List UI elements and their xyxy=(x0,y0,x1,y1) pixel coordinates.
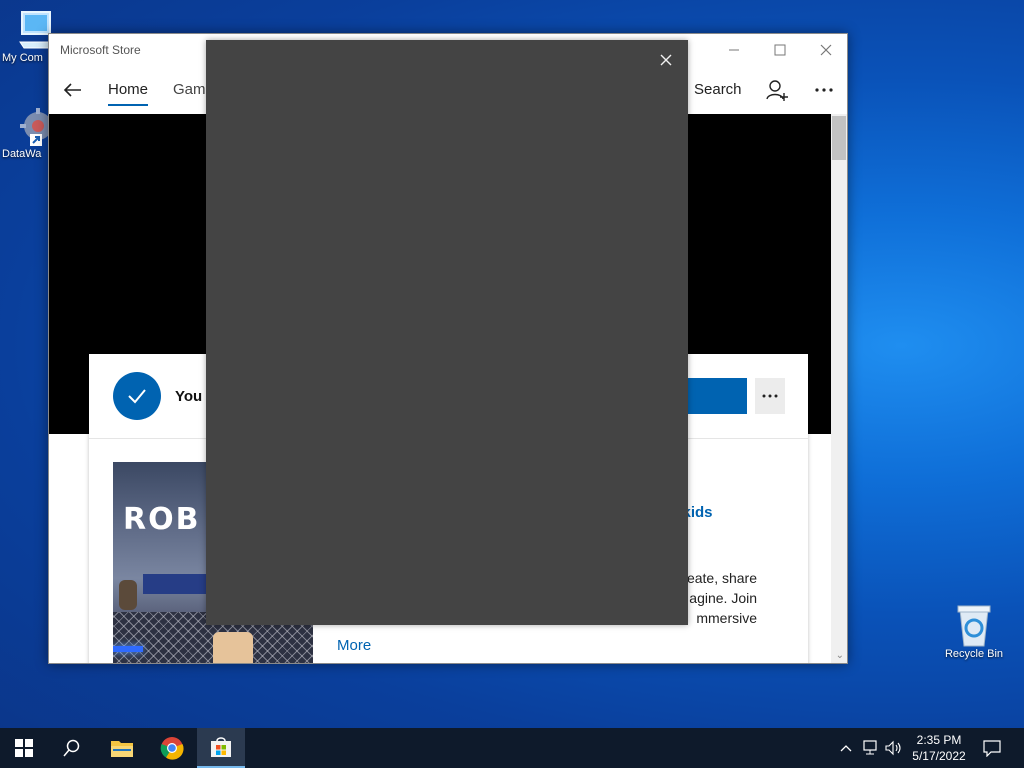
minimize-button[interactable] xyxy=(711,34,757,66)
clock-time: 2:35 PM xyxy=(916,733,962,747)
scroll-down-icon[interactable]: ⌄ xyxy=(836,650,844,661)
checkmark-badge xyxy=(113,372,161,420)
taskbar-microsoft-store[interactable] xyxy=(197,728,245,768)
search-button[interactable]: Search xyxy=(694,81,742,98)
search-icon xyxy=(63,739,80,757)
more-dots-icon xyxy=(815,88,833,92)
tray-volume-button[interactable] xyxy=(884,738,904,758)
chrome-icon xyxy=(160,737,184,760)
taskbar-chrome[interactable] xyxy=(148,728,196,768)
chevron-up-icon xyxy=(840,745,852,752)
art-character xyxy=(119,580,137,610)
tray-show-hidden-button[interactable] xyxy=(836,738,856,758)
action-center-button[interactable] xyxy=(982,738,1002,758)
close-icon xyxy=(820,44,832,56)
clock-date: 5/17/2022 xyxy=(912,749,966,763)
more-options-button[interactable] xyxy=(811,78,837,102)
recycle-bin-icon xyxy=(957,605,991,647)
taskbar-clock[interactable]: 2:35 PM 5/17/2022 xyxy=(908,732,970,764)
taskbar: 2:35 PM 5/17/2022 xyxy=(0,728,1024,768)
tab-home[interactable]: Home xyxy=(108,81,149,106)
more-link[interactable]: More xyxy=(337,637,371,654)
volume-icon xyxy=(885,740,901,756)
back-button[interactable] xyxy=(59,76,87,104)
arrow-left-icon xyxy=(63,83,81,97)
add-user-icon xyxy=(766,80,788,101)
checkmark-icon xyxy=(128,389,146,404)
art-character xyxy=(213,632,253,663)
taskbar-file-explorer[interactable] xyxy=(98,728,146,768)
close-icon xyxy=(660,54,672,66)
start-button[interactable] xyxy=(0,728,48,768)
folder-icon xyxy=(111,741,133,757)
windows-logo-icon xyxy=(15,739,33,757)
art-light xyxy=(113,646,143,652)
scrollbar[interactable] xyxy=(831,114,847,663)
maximize-icon xyxy=(774,44,786,56)
window-title: Microsoft Store xyxy=(60,43,141,57)
overlay-close-button[interactable] xyxy=(654,48,678,72)
notification-icon xyxy=(983,740,1001,757)
tray-network-button[interactable] xyxy=(860,738,880,758)
game-logo: ROB xyxy=(123,502,201,537)
desktop-icon-recycle-bin[interactable]: Recycle Bin xyxy=(938,602,1010,660)
card-more-button[interactable] xyxy=(755,378,785,414)
taskbar-search-button[interactable] xyxy=(48,728,96,768)
close-button[interactable] xyxy=(803,34,847,66)
account-button[interactable] xyxy=(765,78,789,102)
minimize-icon xyxy=(729,49,739,51)
network-icon xyxy=(863,740,877,755)
scrollbar-thumb[interactable] xyxy=(832,116,846,160)
tab-gaming[interactable]: Gami xyxy=(173,81,209,98)
store-icon xyxy=(211,737,231,757)
desktop-icon-label: Recycle Bin xyxy=(944,648,1004,660)
more-dots-icon xyxy=(762,394,778,398)
maximize-button[interactable] xyxy=(757,34,803,66)
flyout-overlay xyxy=(206,40,688,625)
